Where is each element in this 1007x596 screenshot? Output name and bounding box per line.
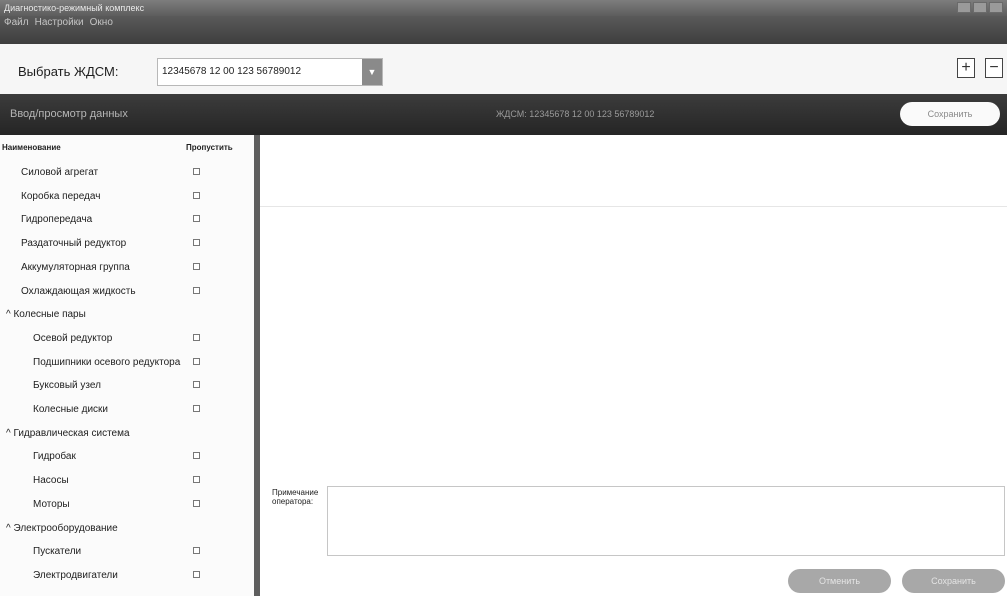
window-controls [957, 2, 1003, 13]
menu-file[interactable]: Файл [4, 16, 29, 30]
list-item: Пускатели [0, 546, 254, 564]
list-item-label: Гидропередача [21, 214, 93, 225]
skip-checkbox[interactable] [193, 571, 200, 578]
list-item: Осевой редуктор [0, 333, 254, 351]
skip-checkbox[interactable] [193, 192, 200, 199]
list-item: Коробка передач [0, 191, 254, 209]
skip-checkbox[interactable] [193, 500, 200, 507]
list-item-label: Раздаточный редуктор [21, 238, 127, 249]
component-list-panel: Наименование Пропустить Силовой агрегат К… [0, 135, 254, 596]
skip-checkbox[interactable] [193, 405, 200, 412]
list-item-label: Моторы [33, 499, 70, 510]
list-item-label: Силовой агрегат [21, 167, 99, 178]
list-item: Раздаточный редуктор [0, 238, 254, 256]
list-item-label: Подшипники осевого редуктора [33, 357, 181, 368]
column-header-skip: Пропустить [186, 143, 233, 152]
skip-checkbox[interactable] [193, 239, 200, 246]
skip-checkbox[interactable] [193, 547, 200, 554]
operator-note-input[interactable] [327, 486, 1005, 556]
list-item-label: Насосы [33, 475, 69, 486]
list-group-header[interactable]: ^ Электрооборудование [0, 523, 254, 541]
operator-note-label: Примечание оператора: [272, 488, 319, 506]
list-item-label: Гидробак [33, 451, 76, 462]
list-item: Насосы [0, 475, 254, 493]
selector-label: Выбрать ЖДСМ: [18, 64, 119, 79]
chevron-down-icon[interactable]: ▼ [362, 59, 382, 85]
skip-checkbox[interactable] [193, 358, 200, 365]
current-zhdsm-label: ЖДСМ: 12345678 12 00 123 56789012 [496, 109, 655, 119]
list-item-label: Коробка передач [21, 191, 101, 202]
zhdsm-select-value: 12345678 12 00 123 56789012 [162, 66, 302, 77]
list-item-label: ^ Гидравлическая система [6, 428, 130, 439]
skip-checkbox[interactable] [193, 287, 200, 294]
cancel-button[interactable]: Отменить [788, 569, 891, 593]
list-item: Аккумуляторная группа [0, 262, 254, 280]
remove-button[interactable]: − [985, 58, 1003, 78]
skip-checkbox[interactable] [193, 452, 200, 459]
window-titlebar: Диагностико-режимный комплекс [0, 0, 1007, 16]
list-item: Силовой агрегат [0, 167, 254, 185]
skip-checkbox[interactable] [193, 168, 200, 175]
list-item-label: Охлаждающая жидкость [21, 286, 136, 297]
data-header-title: Ввод/просмотр данных [10, 108, 128, 120]
data-header: Ввод/просмотр данных ЖДСМ: 12345678 12 0… [0, 94, 1007, 135]
list-item: Подшипники осевого редуктора [0, 357, 254, 375]
close-button[interactable] [989, 2, 1003, 13]
menu-settings[interactable]: Настройки [35, 16, 84, 30]
selector-row: Выбрать ЖДСМ: 12345678 12 00 123 5678901… [0, 44, 1007, 94]
list-item-label: Электродвигатели [33, 570, 118, 581]
column-header-name: Наименование [2, 143, 61, 152]
list-item: Гидробак [0, 451, 254, 469]
list-item: Охлаждающая жидкость [0, 286, 254, 304]
list-item: Электродвигатели [0, 570, 254, 588]
skip-checkbox[interactable] [193, 381, 200, 388]
divider [260, 206, 1007, 207]
skip-checkbox[interactable] [193, 215, 200, 222]
list-item-label: Пускатели [33, 546, 82, 557]
header-save-button[interactable]: Сохранить [900, 102, 1000, 126]
window-title: Диагностико-режимный комплекс [4, 3, 145, 13]
list-item-label: Осевой редуктор [33, 333, 113, 344]
menu-bar: Файл Настройки Окно [0, 16, 1007, 44]
list-item-label: ^ Электрооборудование [6, 523, 118, 534]
list-item: Колесные диски [0, 404, 254, 422]
list-item-label: Аккумуляторная группа [21, 262, 130, 273]
list-item: Буксовый узел [0, 380, 254, 398]
list-group-header[interactable]: ^ Гидравлическая система [0, 428, 254, 446]
minimize-button[interactable] [957, 2, 971, 13]
add-button[interactable]: + [957, 58, 975, 78]
skip-checkbox[interactable] [193, 476, 200, 483]
list-item-label: Колесные диски [33, 404, 108, 415]
list-item: Гидропередача [0, 214, 254, 232]
list-item-label: ^ Колесные пары [6, 309, 86, 320]
save-button[interactable]: Сохранить [902, 569, 1005, 593]
zhdsm-select[interactable]: 12345678 12 00 123 56789012 ▼ [157, 58, 383, 86]
list-item: Моторы [0, 499, 254, 517]
menu-window[interactable]: Окно [90, 16, 113, 30]
list-item-label: Буксовый узел [33, 380, 101, 391]
maximize-button[interactable] [973, 2, 987, 13]
list-group-header[interactable]: ^ Колесные пары [0, 309, 254, 327]
skip-checkbox[interactable] [193, 334, 200, 341]
skip-checkbox[interactable] [193, 263, 200, 270]
